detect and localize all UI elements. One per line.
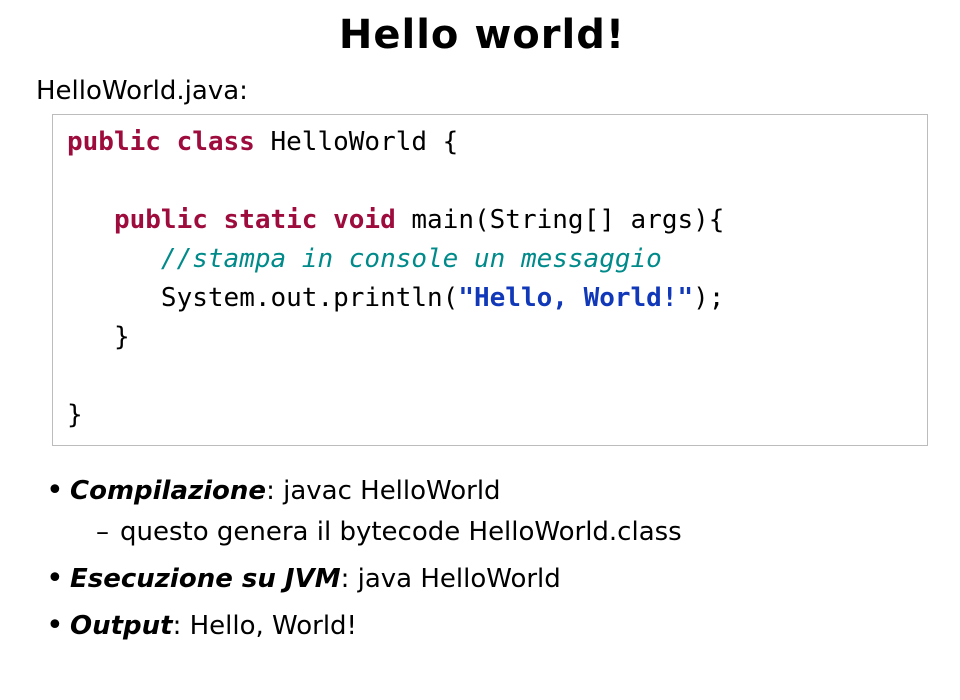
bullet-compilation: Compilazione: javac HelloWorld questo ge… bbox=[40, 474, 932, 550]
code-text: main(String[] args){ bbox=[411, 205, 724, 235]
code-indent bbox=[67, 244, 161, 274]
slide-title: Hello world! bbox=[32, 12, 932, 58]
filename-label: HelloWorld.java: bbox=[36, 76, 932, 106]
code-string: "Hello, World!" bbox=[458, 283, 693, 313]
code-text: ); bbox=[693, 283, 724, 313]
bullet-text: : Hello, World! bbox=[173, 611, 357, 641]
code-keyword: public class bbox=[67, 127, 271, 157]
bullet-label: Output bbox=[70, 611, 173, 641]
code-text: HelloWorld { bbox=[271, 127, 459, 157]
bullet-text: : javac HelloWorld bbox=[266, 476, 500, 506]
bullet-text: : java HelloWorld bbox=[341, 564, 561, 594]
bullet-label: Esecuzione su JVM bbox=[70, 564, 341, 594]
code-comment: //stampa in console un messaggio bbox=[161, 244, 662, 274]
bullet-label: Compilazione bbox=[70, 476, 266, 506]
code-indent bbox=[67, 283, 161, 313]
slide: Hello world! HelloWorld.java: public cla… bbox=[0, 0, 960, 700]
code-text: } bbox=[67, 400, 83, 430]
code-indent bbox=[67, 205, 114, 235]
code-text: System.out.println( bbox=[161, 283, 458, 313]
code-text: } bbox=[67, 322, 130, 352]
bullet-output: Output: Hello, World! bbox=[40, 609, 932, 644]
bullet-execution: Esecuzione su JVM: java HelloWorld bbox=[40, 562, 932, 597]
code-block: public class HelloWorld { public static … bbox=[52, 114, 928, 446]
bullet-list: Compilazione: javac HelloWorld questo ge… bbox=[40, 474, 932, 644]
bullet-sub: questo genera il bytecode HelloWorld.cla… bbox=[96, 515, 932, 550]
code-keyword: public static void bbox=[114, 205, 411, 235]
